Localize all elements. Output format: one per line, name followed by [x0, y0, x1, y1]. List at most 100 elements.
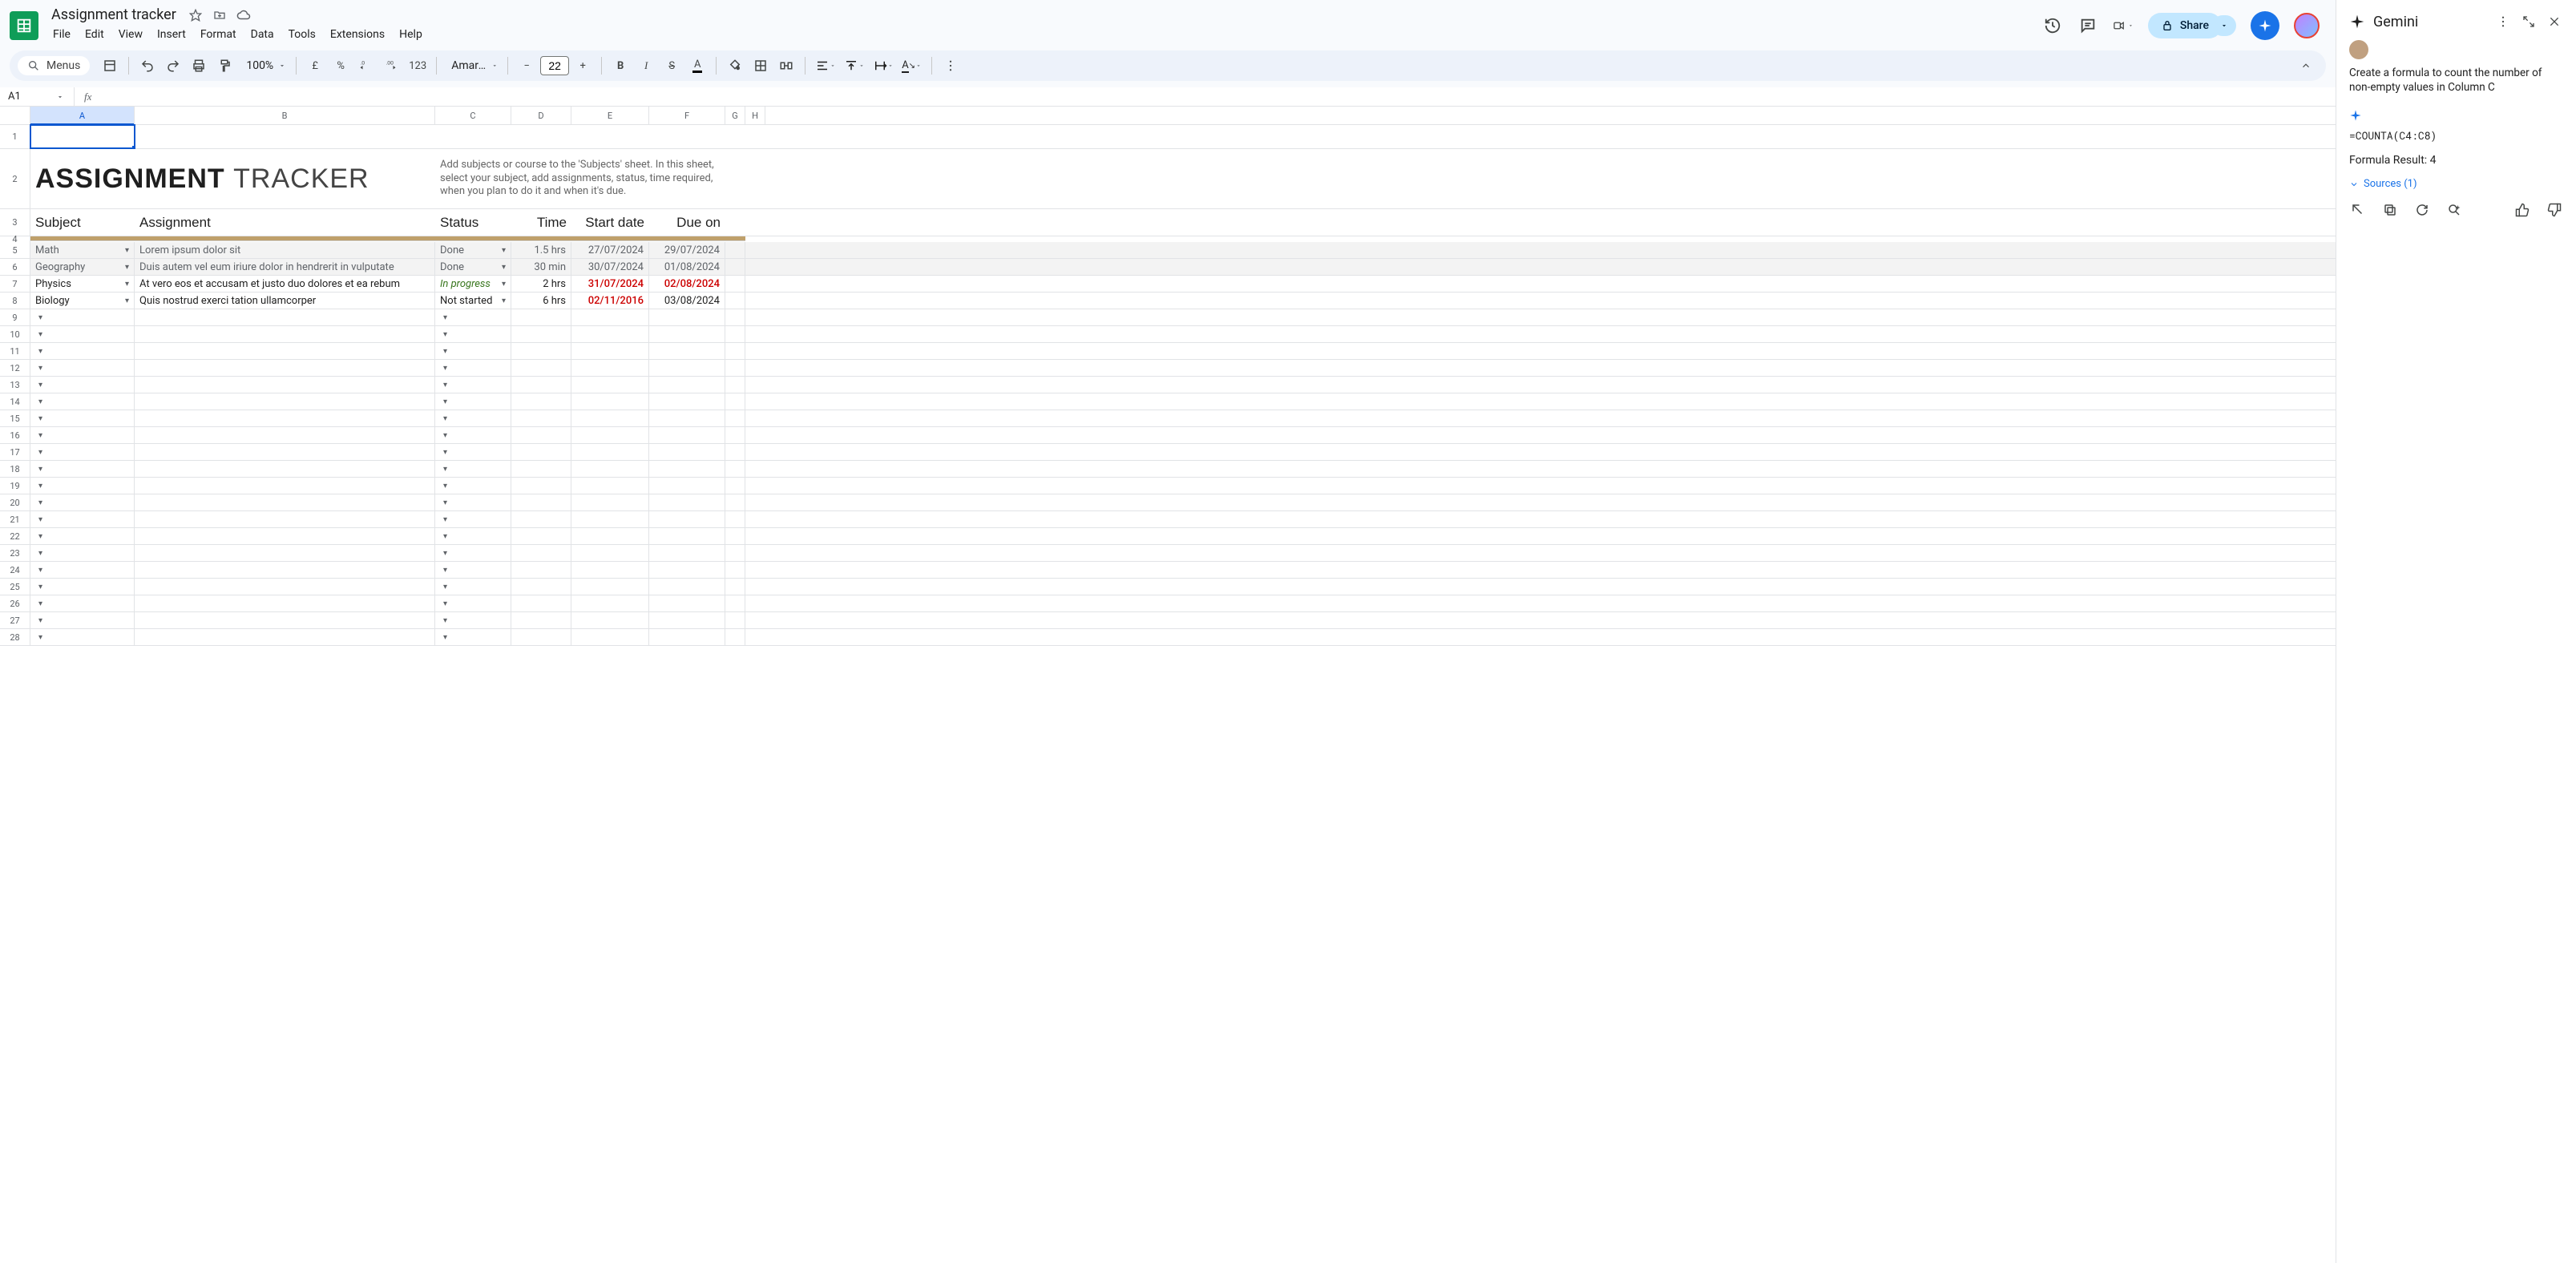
gemini-copy-icon[interactable] — [2381, 201, 2399, 219]
subject-cell[interactable]: ▾ — [30, 360, 135, 376]
cell[interactable] — [571, 579, 649, 595]
row-header[interactable]: 24 — [0, 562, 30, 578]
cell[interactable] — [649, 393, 725, 410]
cell[interactable] — [649, 562, 725, 578]
cell[interactable] — [725, 410, 745, 426]
cell[interactable] — [135, 360, 435, 376]
cell[interactable] — [135, 343, 435, 359]
menu-extensions[interactable]: Extensions — [325, 25, 390, 44]
row-header[interactable]: 27 — [0, 612, 30, 628]
row-header[interactable]: 19 — [0, 478, 30, 494]
cell[interactable] — [571, 444, 649, 460]
assignment-cell[interactable]: At vero eos et accusam et justo duo dolo… — [135, 276, 435, 292]
cell[interactable] — [135, 511, 435, 527]
menu-view[interactable]: View — [114, 25, 147, 44]
subject-cell[interactable]: ▾ — [30, 410, 135, 426]
currency-button[interactable]: £ — [303, 54, 327, 78]
move-icon[interactable] — [212, 7, 228, 23]
subject-cell[interactable]: ▾ — [30, 326, 135, 342]
time-cell[interactable]: 1.5 hrs — [511, 242, 571, 258]
cell[interactable] — [649, 612, 725, 628]
start-cell[interactable]: 02/11/2016 — [571, 293, 649, 309]
row-header[interactable]: 3 — [0, 209, 30, 236]
collapse-toolbar-button[interactable] — [2294, 54, 2318, 78]
cell[interactable] — [571, 629, 649, 645]
zoom-dropdown[interactable]: 100% — [238, 59, 289, 72]
header-status[interactable]: Status — [435, 209, 511, 236]
cell[interactable] — [511, 360, 571, 376]
status-cell[interactable]: ▾ — [435, 393, 511, 410]
row-header[interactable]: 28 — [0, 629, 30, 645]
cell[interactable] — [725, 309, 745, 325]
status-cell[interactable]: ▾ — [435, 326, 511, 342]
status-cell[interactable]: ▾ — [435, 511, 511, 527]
cell[interactable] — [725, 377, 745, 393]
subject-cell[interactable]: ▾ — [30, 377, 135, 393]
assignment-cell[interactable]: Duis autem vel eum iriure dolor in hendr… — [135, 259, 435, 275]
cell[interactable] — [511, 309, 571, 325]
print-button[interactable] — [187, 54, 211, 78]
cell[interactable] — [135, 494, 435, 510]
menu-edit[interactable]: Edit — [80, 25, 109, 44]
cell[interactable] — [649, 125, 725, 148]
subject-cell[interactable]: ▾ — [30, 579, 135, 595]
row-header[interactable]: 22 — [0, 528, 30, 544]
status-cell[interactable]: ▾ — [435, 595, 511, 611]
subject-cell[interactable]: Physics▾ — [30, 276, 135, 292]
cell[interactable] — [135, 427, 435, 443]
cell[interactable] — [649, 579, 725, 595]
status-cell[interactable]: ▾ — [435, 410, 511, 426]
borders-button[interactable] — [749, 54, 773, 78]
cell[interactable] — [135, 125, 435, 148]
cell[interactable] — [725, 579, 745, 595]
cell[interactable] — [135, 410, 435, 426]
meet-button[interactable] — [2113, 15, 2134, 36]
start-cell[interactable]: 30/07/2024 — [571, 259, 649, 275]
subject-cell[interactable]: ▾ — [30, 427, 135, 443]
gemini-expand-icon[interactable] — [2520, 13, 2538, 30]
italic-button[interactable]: I — [634, 54, 658, 78]
cell[interactable] — [511, 393, 571, 410]
status-cell[interactable]: ▾ — [435, 360, 511, 376]
subject-cell[interactable]: ▾ — [30, 461, 135, 477]
cell[interactable] — [649, 326, 725, 342]
cell[interactable] — [135, 629, 435, 645]
cell[interactable] — [649, 545, 725, 561]
status-cell[interactable]: Done▾ — [435, 259, 511, 275]
cell[interactable] — [135, 528, 435, 544]
menu-file[interactable]: File — [48, 25, 75, 44]
paint-format-button[interactable] — [212, 54, 236, 78]
row-header[interactable]: 1 — [0, 125, 30, 148]
subject-cell[interactable]: ▾ — [30, 478, 135, 494]
row-header[interactable]: 7 — [0, 276, 30, 292]
cell[interactable] — [135, 612, 435, 628]
formula-bar[interactable] — [96, 89, 2336, 104]
more-toolbar-button[interactable] — [939, 54, 963, 78]
name-box[interactable]: A1 — [3, 89, 69, 104]
gemini-close-icon[interactable] — [2546, 13, 2563, 30]
gemini-insert-icon[interactable] — [2349, 201, 2367, 219]
row-header[interactable]: 16 — [0, 427, 30, 443]
cell[interactable] — [649, 511, 725, 527]
strikethrough-button[interactable]: S — [660, 54, 684, 78]
cell[interactable] — [725, 595, 745, 611]
title-cell[interactable]: ASSIGNMENT TRACKER — [30, 149, 435, 208]
bold-button[interactable]: B — [608, 54, 632, 78]
wrap-dropdown[interactable] — [870, 59, 897, 73]
time-cell[interactable]: 30 min — [511, 259, 571, 275]
cell[interactable] — [571, 562, 649, 578]
status-cell[interactable]: ▾ — [435, 309, 511, 325]
sheets-tab-icon[interactable] — [98, 54, 122, 78]
gemini-search-icon[interactable] — [2445, 201, 2463, 219]
status-cell[interactable]: Not started▾ — [435, 293, 511, 309]
cell[interactable] — [649, 360, 725, 376]
star-icon[interactable] — [188, 7, 204, 23]
cell[interactable] — [725, 393, 745, 410]
cell[interactable] — [135, 444, 435, 460]
cell[interactable] — [649, 377, 725, 393]
document-title[interactable]: Assignment tracker — [48, 6, 180, 23]
cell[interactable] — [511, 595, 571, 611]
subject-cell[interactable]: ▾ — [30, 393, 135, 410]
cell[interactable] — [511, 343, 571, 359]
cell[interactable] — [571, 612, 649, 628]
